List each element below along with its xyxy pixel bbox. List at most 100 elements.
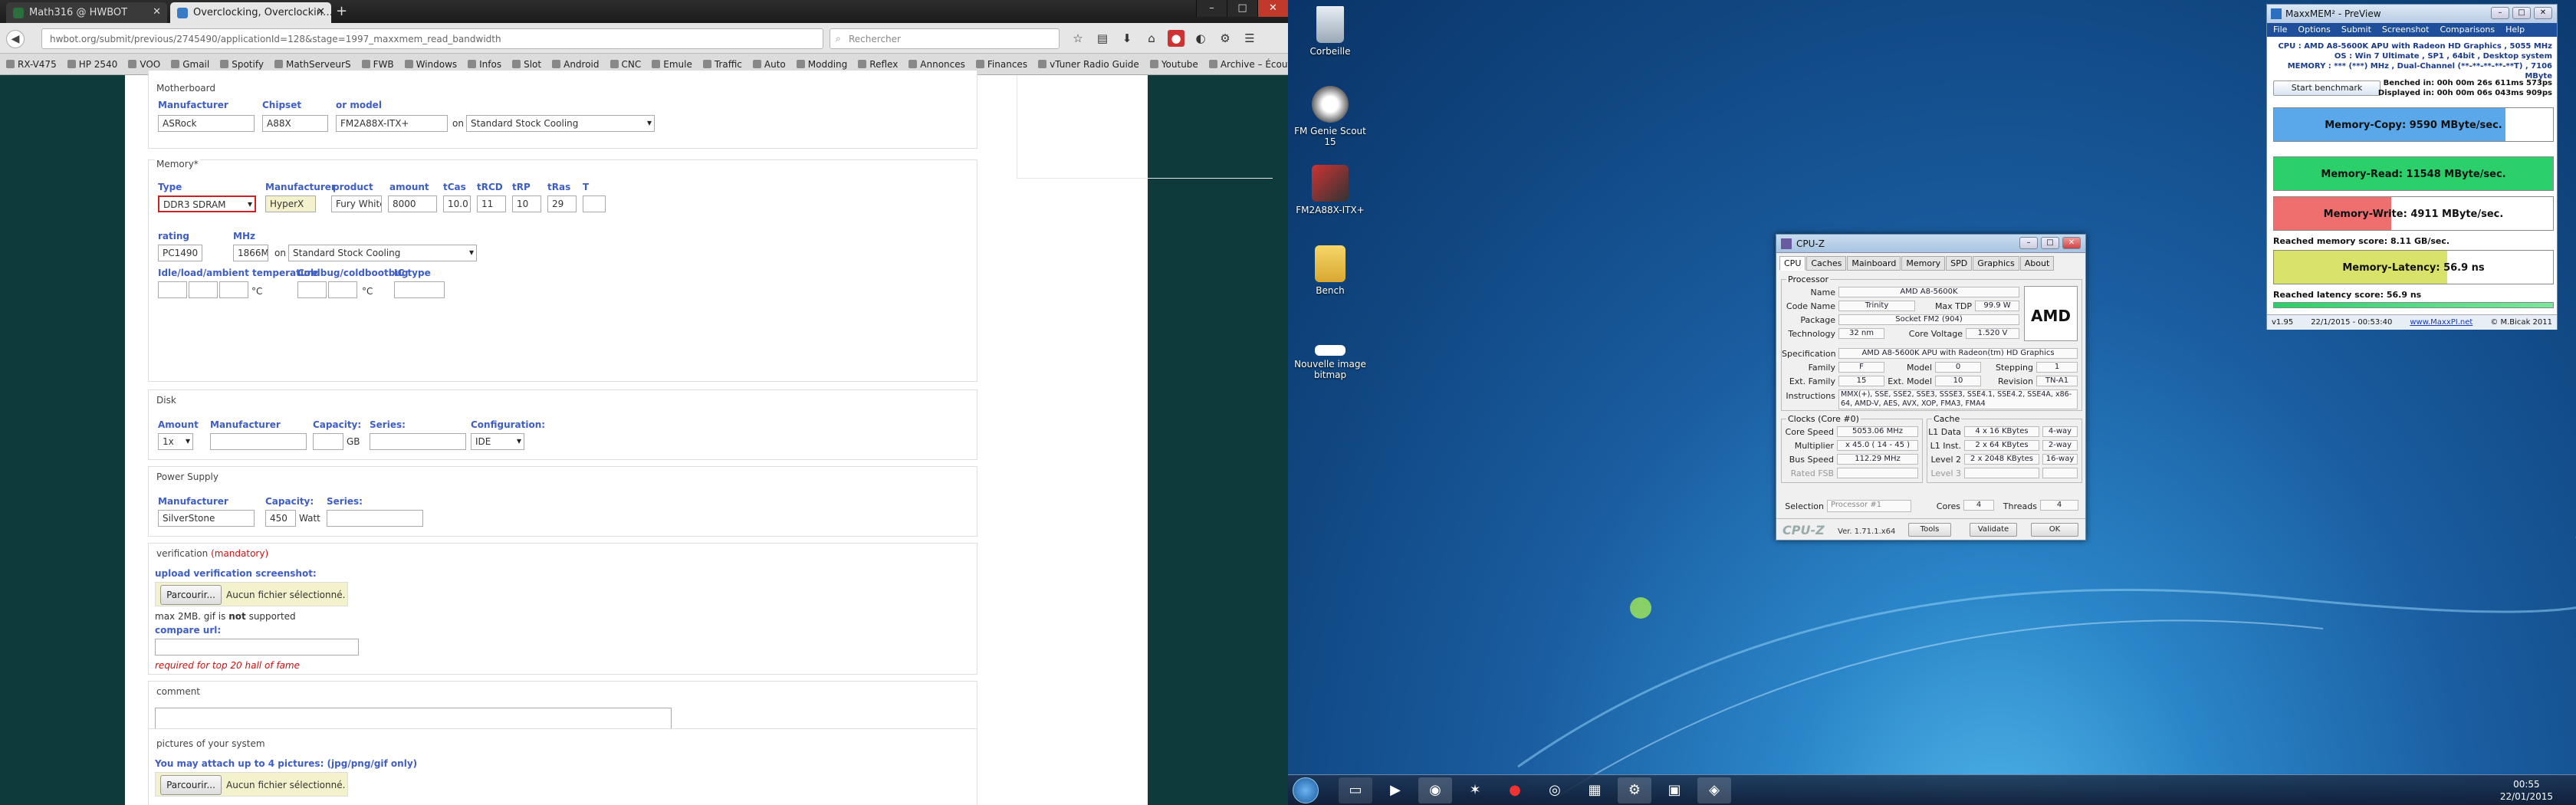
cpuz-tab[interactable]: About bbox=[2019, 256, 2055, 271]
bookmark-item[interactable]: HP 2540 bbox=[67, 59, 117, 70]
disk-config-select[interactable]: IDE bbox=[471, 433, 524, 450]
menu-item[interactable]: Help bbox=[2505, 25, 2525, 35]
browse-button[interactable]: Parcourir... bbox=[160, 585, 222, 605]
explorer-icon[interactable]: ▭ bbox=[1339, 777, 1372, 803]
desktop-icon-recycle-bin[interactable]: Corbeille bbox=[1288, 6, 1372, 57]
bookmark-item[interactable]: Finances bbox=[975, 59, 1027, 70]
psu-manufacturer-input[interactable]: SilverStone bbox=[158, 510, 255, 527]
maxxmem-task-icon[interactable]: ◈ bbox=[1697, 777, 1731, 803]
search-input[interactable]: ⌕ Rechercher bbox=[830, 28, 1060, 49]
close-tab-icon[interactable]: ✕ bbox=[317, 6, 325, 18]
addon3-icon[interactable]: ⚙ bbox=[1217, 30, 1234, 47]
bookmark-item[interactable]: VOO bbox=[128, 59, 160, 70]
bookmark-item[interactable]: Slot bbox=[512, 59, 541, 70]
mem-type-select[interactable]: DDR3 SDRAM bbox=[158, 196, 256, 212]
cpuz-tab[interactable]: SPD bbox=[1946, 256, 1973, 271]
cpuz-task-icon[interactable]: ⚙ bbox=[1618, 777, 1651, 803]
mem-tras-input[interactable]: 29 bbox=[547, 196, 577, 212]
bookmark-item[interactable]: Emule bbox=[652, 59, 692, 70]
tab-overclocking[interactable]: Overclocking, Overclockin… ✕ bbox=[170, 2, 331, 23]
reader-icon[interactable]: ▤ bbox=[1094, 30, 1111, 47]
close-window-icon[interactable]: ✕ bbox=[1257, 0, 1288, 17]
mem-amount-input[interactable]: 8000 bbox=[388, 196, 437, 212]
bookmark-item[interactable]: Youtube bbox=[1149, 59, 1198, 70]
cpuz-tab[interactable]: Memory bbox=[1901, 256, 1946, 271]
tools-button[interactable]: Tools bbox=[1908, 523, 1951, 537]
mem-cooling-select[interactable]: Standard Stock Cooling bbox=[288, 245, 477, 261]
desktop-icon-bitmap[interactable]: Nouvelle image bitmap bbox=[1288, 345, 1372, 380]
menu-item[interactable]: File bbox=[2273, 25, 2287, 35]
psu-series-input[interactable] bbox=[327, 510, 423, 527]
firefox-icon[interactable]: ◉ bbox=[1418, 777, 1452, 803]
minimize-icon[interactable]: – bbox=[2491, 7, 2509, 19]
bookmark-item[interactable]: Infos bbox=[468, 59, 501, 70]
mem-mhz-input[interactable]: 1866M bbox=[233, 245, 268, 261]
idle-temp-input[interactable] bbox=[158, 281, 187, 298]
cpuz-tab[interactable]: CPU bbox=[1779, 256, 1806, 271]
maxxmem-titlebar[interactable]: MaxxMEM² - PreView – □ ✕ bbox=[2267, 5, 2557, 23]
bookmark-item[interactable]: Gmail bbox=[171, 59, 209, 70]
menu-item[interactable]: Submit bbox=[2341, 25, 2371, 35]
app-icon[interactable]: ✶ bbox=[1458, 777, 1492, 803]
maximize-icon[interactable]: □ bbox=[2512, 7, 2531, 19]
system-clock[interactable]: 00:55 22/01/2015 bbox=[2500, 778, 2553, 803]
site-link[interactable]: www.MaxxPI.net bbox=[2410, 318, 2472, 327]
monitor-task-icon[interactable]: ▣ bbox=[1658, 777, 1691, 803]
bookmark-item[interactable]: Windows bbox=[404, 59, 457, 70]
app15-icon[interactable]: ● bbox=[1498, 777, 1532, 803]
disk-amount-select[interactable]: 1x bbox=[158, 433, 193, 450]
url-bar[interactable]: hwbot.org/submit/previous/2745490/applic… bbox=[41, 28, 823, 49]
mem-rating-input[interactable]: PC1490 bbox=[158, 245, 202, 261]
addon-icon[interactable]: ● bbox=[1168, 30, 1184, 47]
mem-t-input[interactable] bbox=[583, 196, 606, 212]
close-icon[interactable]: ✕ bbox=[2062, 237, 2081, 249]
validate-button[interactable]: Validate bbox=[1970, 523, 2017, 537]
mb-manufacturer-input[interactable]: ASRock bbox=[158, 115, 255, 132]
mem-tcas-input[interactable]: 10.0 bbox=[443, 196, 471, 212]
mem-product-input[interactable]: Fury White bbox=[331, 196, 382, 212]
cpuz-tab[interactable]: Mainboard bbox=[1847, 256, 1901, 271]
mb-model-input[interactable]: FM2A88X-ITX+ bbox=[336, 115, 448, 132]
ok-button[interactable]: OK bbox=[2031, 523, 2078, 537]
mb-cooling-select[interactable]: Standard Stock Cooling bbox=[466, 115, 655, 132]
cpuz-titlebar[interactable]: CPU-Z – □ ✕ bbox=[1776, 235, 2085, 253]
bookmark-item[interactable]: Archive – Écoutes, vidé… bbox=[1208, 59, 1288, 70]
bookmark-item[interactable]: FWB bbox=[361, 59, 394, 70]
mem-manufacturer-input[interactable]: HyperX bbox=[265, 196, 316, 212]
disk-capacity-input[interactable] bbox=[313, 433, 343, 450]
bookmark-item[interactable]: Android bbox=[552, 59, 600, 70]
bookmark-item[interactable]: vTuner Radio Guide bbox=[1038, 59, 1139, 70]
desktop-icon-bench[interactable]: Bench bbox=[1288, 245, 1372, 296]
start-button[interactable] bbox=[1293, 777, 1319, 803]
new-tab-icon[interactable]: + bbox=[336, 3, 347, 19]
menu-item[interactable]: Screenshot bbox=[2382, 25, 2430, 35]
home-icon[interactable]: ⌂ bbox=[1143, 30, 1160, 47]
bookmark-item[interactable]: RX-V475 bbox=[6, 59, 57, 70]
bookmark-item[interactable]: Modding bbox=[796, 59, 847, 70]
load-temp-input[interactable] bbox=[189, 281, 218, 298]
mb-chipset-input[interactable]: A88X bbox=[262, 115, 328, 132]
bookmark-item[interactable]: CNC bbox=[610, 59, 641, 70]
ic-type-input[interactable] bbox=[394, 281, 445, 298]
star-icon[interactable]: ☆ bbox=[1070, 30, 1086, 47]
disk-manufacturer-input[interactable] bbox=[210, 433, 307, 450]
desktop-icon-fm-genie[interactable]: FM Genie Scout 15 bbox=[1288, 86, 1372, 147]
bookmark-item[interactable]: Traffic bbox=[702, 59, 742, 70]
minimize-icon[interactable]: – bbox=[2019, 237, 2038, 249]
ambient-temp-input[interactable] bbox=[219, 281, 248, 298]
menu-item[interactable]: Options bbox=[2298, 25, 2330, 35]
app-cd-icon[interactable]: ◎ bbox=[1538, 777, 1572, 803]
psu-capacity-input[interactable]: 450 bbox=[265, 510, 296, 527]
cpuz-tab[interactable]: Caches bbox=[1806, 256, 1847, 271]
menu-icon[interactable]: ☰ bbox=[1241, 30, 1258, 47]
maximize-icon[interactable]: □ bbox=[1227, 0, 1257, 17]
bookmark-item[interactable]: Auto bbox=[752, 59, 786, 70]
bookmark-item[interactable]: MathServeurS bbox=[274, 59, 351, 70]
coldbug-input[interactable] bbox=[297, 281, 327, 298]
bookmark-item[interactable]: Spotify bbox=[220, 59, 264, 70]
mem-trp-input[interactable]: 10 bbox=[512, 196, 541, 212]
tab-hwbot[interactable]: Math316 @ HWBOT ✕ bbox=[6, 2, 167, 23]
media-player-icon[interactable]: ▶ bbox=[1378, 777, 1412, 803]
browse-button[interactable]: Parcourir... bbox=[160, 775, 222, 795]
disk-series-input[interactable] bbox=[370, 433, 466, 450]
